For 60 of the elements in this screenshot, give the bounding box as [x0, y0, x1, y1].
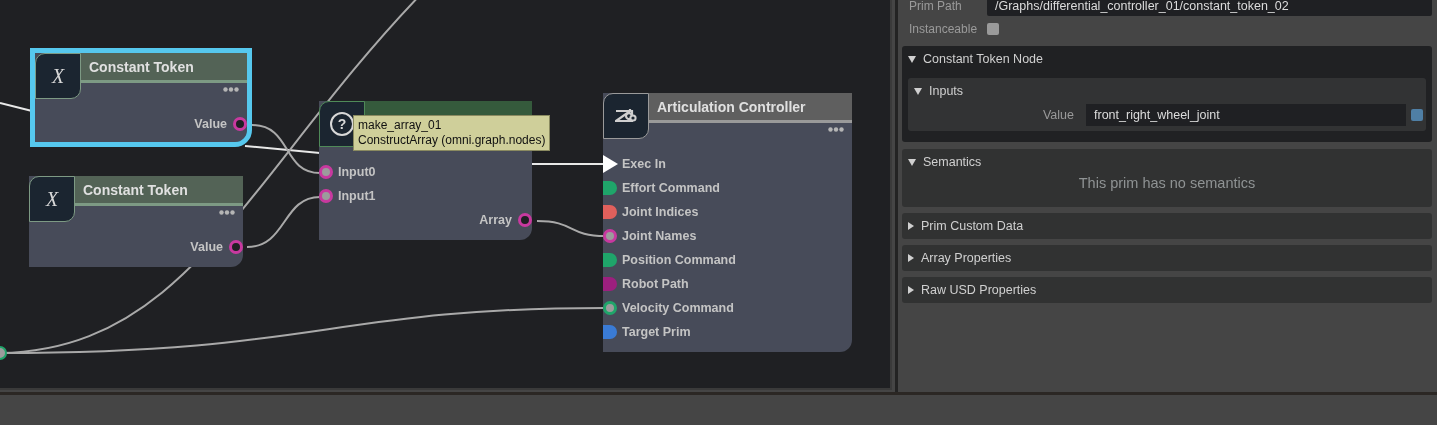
- collapsed-triangle-icon[interactable]: [908, 222, 914, 230]
- port-label: Joint Names: [622, 229, 697, 243]
- input-port[interactable]: [603, 229, 617, 243]
- port-label: Exec In: [622, 157, 666, 171]
- port-label: Target Prim: [622, 325, 691, 339]
- input-port[interactable]: [603, 181, 617, 195]
- variable-symbol: X: [45, 187, 59, 211]
- tooltip: make_array_01 ConstructArray (omni.graph.nodes): [353, 115, 551, 151]
- input-port[interactable]: [603, 253, 617, 267]
- graph-node[interactable]: X Constant Token Value: [29, 176, 243, 267]
- field-label: Instanceable: [908, 22, 979, 36]
- default-value-icon[interactable]: [1411, 109, 1423, 121]
- collapsed-triangle-icon[interactable]: [908, 254, 914, 262]
- value-field[interactable]: front_right_wheel_joint: [1086, 104, 1406, 126]
- output-port[interactable]: [518, 213, 532, 227]
- input-port[interactable]: [603, 325, 617, 339]
- empty-message: This prim has no semantics: [1078, 175, 1256, 191]
- expanded-triangle-icon[interactable]: [908, 158, 916, 166]
- port-label: Robot Path: [622, 277, 689, 291]
- expanded-triangle-icon[interactable]: [908, 55, 916, 63]
- prim-path-field[interactable]: /Graphs/differential_controller_01/constant_token_02: [987, 0, 1432, 16]
- input-port[interactable]: [603, 205, 617, 219]
- port-label: Array: [479, 213, 512, 227]
- port-label: Value: [190, 240, 223, 254]
- section-title[interactable]: Raw USD Properties: [921, 283, 1037, 297]
- input-port[interactable]: [319, 189, 333, 203]
- port-label: Input1: [338, 189, 376, 203]
- more-icon[interactable]: [223, 87, 239, 92]
- graph-node[interactable]: Articulation Controller Exec In Effort Command Joint Indices Joint Names Position Command Robot Path Velocity Command Target Prim: [603, 93, 852, 352]
- input-port[interactable]: [319, 165, 333, 179]
- node-title: Articulation Controller: [649, 93, 852, 123]
- graph-canvas[interactable]: [0, 0, 892, 390]
- port-label: Position Command: [622, 253, 736, 267]
- section-title[interactable]: Semantics: [923, 155, 982, 169]
- output-port[interactable]: [0, 346, 7, 360]
- instanceable-checkbox[interactable]: [987, 23, 999, 35]
- port-label: Joint Indices: [622, 205, 699, 219]
- field-label: Value: [1041, 108, 1075, 122]
- node-title: Constant Token: [81, 53, 247, 83]
- input-port[interactable]: [603, 277, 617, 291]
- variable-symbol: X: [51, 64, 65, 88]
- port-label: Input0: [338, 165, 376, 179]
- port-label: Effort Command: [622, 181, 720, 195]
- port-label: Value: [194, 117, 227, 131]
- output-port[interactable]: [229, 240, 243, 254]
- section-title[interactable]: Prim Custom Data: [921, 219, 1024, 233]
- more-icon[interactable]: [219, 210, 235, 215]
- port-label: Velocity Command: [622, 301, 734, 315]
- output-port[interactable]: [233, 117, 247, 131]
- expanded-triangle-icon[interactable]: [914, 87, 922, 95]
- exec-arrow-icon[interactable]: [603, 155, 618, 173]
- section-title[interactable]: Inputs: [929, 84, 964, 98]
- field-label: Prim Path: [908, 0, 963, 13]
- section-title[interactable]: Constant Token Node: [923, 52, 1043, 66]
- connection-wire: [536, 220, 606, 237]
- input-port[interactable]: [603, 301, 617, 315]
- section-title[interactable]: Array Properties: [921, 251, 1012, 265]
- more-icon[interactable]: [828, 127, 844, 132]
- node-title: Constant Token: [75, 176, 243, 206]
- collapsed-triangle-icon[interactable]: [908, 286, 914, 294]
